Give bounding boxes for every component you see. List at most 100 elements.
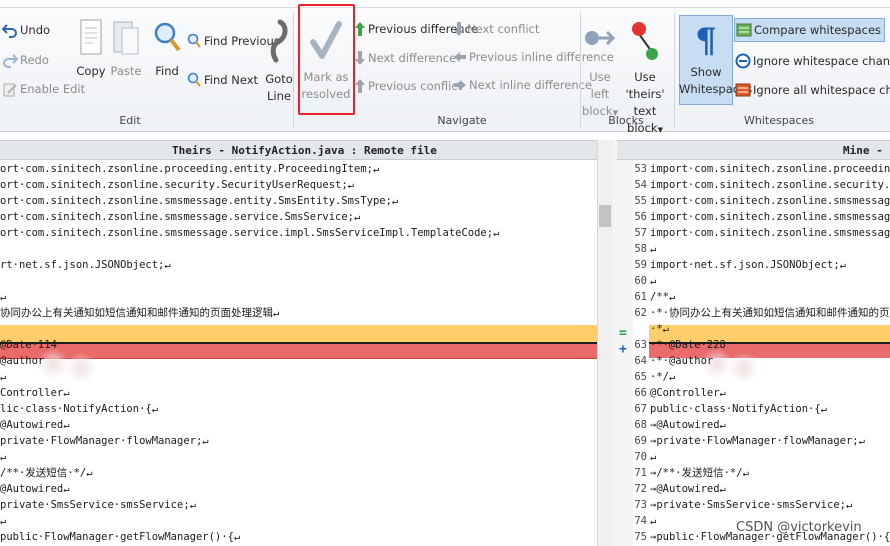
right-code-line: import·com.sinitech.zsonline.smsmessage.…	[650, 227, 890, 239]
next-conflict-button[interactable]: Next conflict	[453, 21, 539, 37]
edit-pencil-icon	[3, 83, 17, 97]
left-code-line: ↵	[0, 291, 7, 303]
find-next-label: Find Next	[204, 73, 259, 87]
right-code-line: →private·FlowManager·flowManager;↵	[650, 435, 865, 447]
right-line-number: 59	[634, 259, 647, 271]
right-line-number: 55	[634, 195, 647, 207]
arrow-up-green-icon	[355, 22, 365, 36]
find-next-button[interactable]: Find Next	[187, 72, 258, 88]
next-conflict-label: Next conflict	[467, 22, 540, 36]
right-code-line: import·com.sinitech.zsonline.security.Se…	[650, 179, 890, 191]
next-inline-difference-label: Next inline difference	[469, 78, 593, 92]
right-code-line: public·class·NotifyAction·{↵	[650, 403, 828, 415]
paste-button[interactable]: Paste	[108, 18, 144, 80]
vertical-scrollbar[interactable]	[597, 140, 613, 546]
copy-icon	[80, 19, 102, 55]
left-code-line: @Autowired↵	[0, 483, 70, 495]
whitespaces-group-label: Whitespaces	[744, 114, 814, 127]
use-theirs-block-icon	[632, 22, 658, 60]
right-code-area[interactable]: 53 import·com.sinitech.zsonline.proceedin…	[617, 161, 890, 546]
find-previous-icon	[187, 33, 201, 48]
ignore-whitespace-changes-label: Ignore whitespace changes	[753, 54, 890, 68]
right-pane-header: Mine - NotifyAction.java	[617, 140, 890, 160]
left-code-line: private·SmsService·smsService;↵	[0, 499, 196, 511]
right-code-line: →/**·发送短信·*/↵	[650, 467, 749, 479]
compare-whitespaces-button[interactable]: Compare whitespaces	[734, 18, 886, 42]
scrollbar-thumb[interactable]	[599, 205, 611, 227]
ignore-whitespace-changes-button[interactable]: Ignore whitespace changes	[735, 53, 890, 69]
redo-button[interactable]: Redo	[2, 52, 49, 68]
right-code-line: ·*·@author	[650, 355, 714, 367]
ignore-all-whitespace-icon	[735, 83, 751, 97]
right-line-number: 69	[634, 435, 647, 447]
copy-button[interactable]: Copy	[74, 18, 108, 80]
goto-line-button[interactable]: Goto Line	[262, 18, 296, 105]
left-code-line: ↵	[0, 371, 7, 383]
ignore-all-whitespace-changes-label: Ignore all whitespace changes	[753, 83, 890, 97]
ribbon-top-strip	[0, 0, 890, 8]
right-code-line: →@Autowired↵	[650, 483, 726, 495]
next-difference-label: Next difference	[368, 51, 457, 65]
right-line-number: 65	[634, 371, 647, 383]
goto-line-label-2: Line	[267, 89, 291, 103]
left-code-line: public·FlowManager·getFlowManager()·{↵	[0, 531, 241, 543]
right-code-line: import·com.sinitech.zsonline.proceeding.…	[650, 163, 890, 175]
edit-group-label: Edit	[119, 114, 141, 127]
paste-icon	[113, 21, 139, 55]
separator	[580, 12, 581, 128]
left-code-line: @author	[0, 355, 45, 367]
ribbon-toolbar: Undo Redo Enable Edit Copy Paste Find Fi…	[0, 0, 890, 135]
right-code-line: ·*·@Date·228	[650, 339, 726, 351]
compare-whitespaces-label: Compare whitespaces	[754, 23, 882, 37]
find-next-icon	[187, 72, 201, 87]
left-code-line: ort·com.sinitech.zsonline.smsmessage.ser…	[0, 227, 500, 239]
show-whitespaces-label-2: Whitespaces	[679, 82, 753, 96]
left-code-line: ort·com.sinitech.zsonline.smsmessage.ent…	[0, 195, 399, 207]
left-code-line: lic·class·NotifyAction·{↵	[0, 403, 159, 415]
right-line-number: 63	[634, 339, 647, 351]
right-code-line: →private·SmsService·smsService;↵	[650, 499, 853, 511]
left-code-line: @Date·114	[0, 339, 57, 351]
left-code-area[interactable]: ort·com.sinitech.zsonline.proceeding.ent…	[0, 161, 597, 546]
navigate-group-label: Navigate	[437, 114, 487, 127]
right-line-number: 75	[634, 531, 647, 543]
left-pane-header: Theirs - NotifyAction.java : Remote file	[0, 140, 597, 160]
next-inline-difference-button[interactable]: Next inline difference	[453, 78, 592, 92]
right-code-line: ·*/↵	[650, 371, 676, 383]
magnifier-icon	[154, 22, 181, 52]
enable-edit-label: Enable Edit	[20, 82, 86, 96]
right-line-number: 58	[634, 243, 647, 255]
right-code-line: import·com.sinitech.zsonline.smsmessage.…	[650, 211, 890, 223]
undo-button[interactable]: Undo	[2, 22, 50, 38]
separator	[293, 12, 294, 128]
enable-edit-button[interactable]: Enable Edit	[2, 81, 85, 97]
arrow-down-gray-icon	[454, 22, 464, 36]
right-line-number: 56	[634, 211, 647, 223]
use-left-block-icon	[585, 30, 616, 46]
right-line-number: 68	[634, 419, 647, 431]
right-code-line: import·net.sf.json.JSONObject;↵	[650, 259, 846, 271]
previous-conflict-button[interactable]: Previous conflict	[354, 78, 462, 94]
right-line-number: 64	[634, 355, 647, 367]
right-line-number: 61	[634, 291, 647, 303]
right-line-number: 60	[634, 275, 647, 287]
previous-conflict-label: Previous conflict	[368, 79, 463, 93]
paste-label: Paste	[110, 64, 142, 78]
next-difference-button[interactable]: Next difference	[354, 50, 456, 66]
ignore-all-whitespace-changes-button[interactable]: Ignore all whitespace changes	[735, 82, 890, 98]
arrow-right-gray-icon	[454, 80, 466, 90]
right-code-line: ↵	[650, 451, 657, 463]
find-button[interactable]: Find	[150, 18, 184, 80]
right-code-line: ↵	[650, 515, 657, 527]
right-code-line: /**↵	[650, 291, 676, 303]
show-whitespaces-button[interactable]: ¶ Show Whitespaces	[679, 18, 753, 98]
left-code-line: @Autowired↵	[0, 419, 70, 431]
left-code-line: ort·com.sinitech.zsonline.security.Secur…	[0, 179, 355, 191]
right-line-number: 54	[634, 179, 647, 191]
use-left-block-button[interactable]: Use left block▼	[582, 18, 618, 122]
compare-whitespaces-icon	[736, 23, 752, 37]
left-code-line: ort·com.sinitech.zsonline.proceeding.ent…	[0, 163, 380, 175]
left-code-line: ↵	[0, 515, 7, 527]
right-code-line: ↵	[650, 243, 657, 255]
redaction-blur	[64, 353, 98, 383]
